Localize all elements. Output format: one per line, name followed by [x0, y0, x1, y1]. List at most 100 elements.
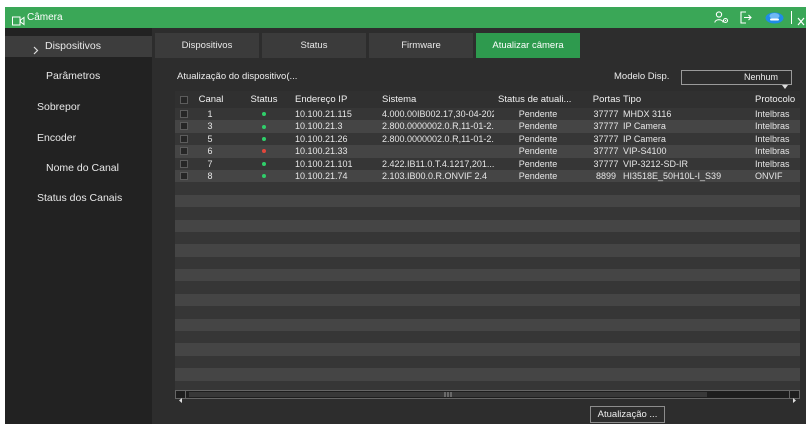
cell-canal: 5 — [207, 133, 213, 144]
table-row-empty — [175, 355, 800, 369]
cell-status — [244, 170, 284, 182]
cell-sistema: 2.103.IB00.0.R.ONVIF 2.4 — [382, 170, 488, 181]
table-row-empty — [175, 244, 800, 257]
model-select-value: Nenhum — [743, 72, 778, 82]
panel-title: Atualização do dispositivo(... — [177, 71, 298, 82]
table-row-empty — [175, 194, 800, 208]
table-row[interactable]: 5 10.100.21.26 2.800.0000002.0.R,11-01-2..… — [175, 132, 800, 146]
cell-tipo: HI3518E_50H10L-I_S39 — [623, 170, 722, 181]
cell-portas: 8899 — [595, 170, 617, 181]
update-button[interactable]: Atualização ... — [590, 406, 665, 423]
model-select[interactable]: Nenhum — [681, 70, 792, 89]
column-header-status[interactable]: Status — [244, 91, 284, 108]
devices-table: Canal Status Endereço IP Sistema Status … — [175, 91, 800, 399]
cell-ip: 10.100.21.115 — [295, 109, 352, 119]
cell-protocolo: Intelbras — [755, 121, 790, 132]
cell-portas: 37777 — [593, 121, 619, 132]
user-settings-icon[interactable] — [714, 11, 729, 29]
cell-portas: 37777 — [593, 146, 619, 157]
separator — [791, 11, 792, 24]
cell-canal: 7 — [207, 158, 213, 169]
sidebar-item-sobrepor[interactable]: Sobrepor — [5, 97, 152, 117]
sidebar-item-status-dos-canais[interactable]: Status dos Canais — [5, 188, 152, 208]
cell-status — [244, 120, 284, 132]
column-header-canal[interactable]: Canal — [190, 91, 232, 108]
scrollbar-thumb[interactable] — [189, 392, 707, 397]
cell-sistema: 2.800.0000002.0.R,11-01-2... — [382, 133, 494, 144]
table-row[interactable]: 7 10.100.21.101 2.422.IB11.0.T.4.1217,201.… — [175, 157, 800, 170]
cloud-icon[interactable] — [765, 11, 784, 29]
sidebar-item-parametros[interactable]: Parâmetros — [5, 66, 152, 86]
row-checkbox[interactable] — [180, 170, 190, 182]
tab-atualizar-camera[interactable]: Atualizar câmera — [476, 33, 580, 58]
scroll-right-icon[interactable] — [789, 391, 799, 403]
cell-status-atualizacao: Pendente — [518, 146, 558, 157]
column-header-ip[interactable]: Endereço IP — [295, 91, 380, 108]
sidebar-item-label: Parâmetros — [46, 70, 101, 82]
select-all-checkbox[interactable] — [180, 91, 190, 108]
cell-status-atualizacao: Pendente — [518, 109, 558, 119]
column-header-status-atualizacao[interactable]: Status de atuali... — [498, 91, 582, 108]
window-title: Câmera — [27, 12, 63, 23]
table-row-empty — [175, 306, 800, 319]
tab-status[interactable]: Status — [262, 33, 366, 58]
sidebar — [5, 28, 152, 424]
row-checkbox[interactable] — [180, 133, 190, 145]
cell-protocolo: Intelbras — [755, 146, 790, 157]
sidebar-item-label: Status dos Canais — [37, 192, 123, 204]
cell-portas: 37777 — [593, 158, 619, 169]
sidebar-item-label: Dispositivos — [45, 40, 102, 52]
table-row[interactable]: 3 10.100.21.3 2.800.0000002.0.R,11-01-2...… — [175, 120, 800, 133]
table-row-empty — [175, 207, 800, 220]
cell-tipo: VIP-S4100 — [623, 146, 667, 157]
table-row-empty — [175, 269, 800, 282]
row-checkbox[interactable] — [180, 158, 190, 170]
scroll-left-icon[interactable] — [176, 391, 186, 403]
column-header-portas[interactable]: Portas — [590, 91, 623, 108]
horizontal-scrollbar[interactable] — [175, 390, 800, 403]
row-checkbox[interactable] — [180, 145, 190, 157]
row-checkbox[interactable] — [180, 120, 190, 132]
cell-ip: 10.100.21.101 — [295, 158, 353, 169]
status-offline-dot — [262, 149, 266, 154]
column-header-tipo[interactable]: Tipo — [623, 91, 751, 108]
sidebar-item-label: Encoder — [37, 132, 77, 144]
cell-ip: 10.100.21.26 — [295, 133, 348, 144]
table-row-empty — [175, 256, 800, 270]
sidebar-item-dispositivos[interactable]: Dispositivos — [5, 36, 152, 57]
title-bar: Câmera — [5, 7, 806, 28]
table-body: 1 10.100.21.115 4.000.00IB002.17,30-04-202… — [175, 108, 800, 390]
status-online-dot — [262, 136, 266, 141]
cell-sistema: 2.422.IB11.0.T.4.1217,201... — [382, 158, 494, 169]
cell-status-atualizacao: Pendente — [518, 133, 558, 144]
tab-firmware[interactable]: Firmware — [369, 33, 473, 58]
status-online-dot — [262, 174, 266, 179]
column-header-protocolo[interactable]: Protocolo — [755, 91, 797, 108]
cell-tipo: IP Camera — [623, 121, 666, 132]
table-row-empty — [175, 368, 800, 381]
row-checkbox[interactable] — [180, 108, 190, 120]
table-row-empty — [175, 293, 800, 307]
table-row-empty — [175, 231, 800, 245]
cell-sistema — [382, 145, 494, 157]
cell-status-atualizacao: Pendente — [518, 170, 558, 181]
table-row-empty — [175, 182, 800, 195]
sidebar-item-label: Sobrepor — [37, 101, 81, 113]
cell-portas: 37777 — [593, 109, 619, 119]
cell-status — [244, 133, 284, 145]
table-row[interactable]: 1 10.100.21.115 4.000.00IB002.17,30-04-202… — [175, 108, 800, 121]
sidebar-item-encoder[interactable]: Encoder — [5, 128, 152, 148]
tab-dispositivos[interactable]: Dispositivos — [155, 33, 259, 58]
cell-protocolo: Intelbras — [755, 133, 790, 144]
cell-ip: 10.100.21.33 — [295, 146, 348, 157]
cell-tipo: VIP-3212-SD-IR — [623, 158, 689, 169]
sidebar-item-nome-do-canal[interactable]: Nome do Canal — [5, 158, 152, 178]
logout-icon[interactable] — [740, 11, 752, 29]
table-row[interactable]: 8 10.100.21.74 2.103.IB00.0.R.ONVIF 2.4 Pen… — [175, 169, 800, 183]
cell-protocolo: ONVIF — [755, 170, 783, 181]
cell-sistema: 2.800.0000002.0.R,11-01-2... — [382, 121, 494, 132]
cell-canal: 6 — [207, 146, 213, 157]
cell-tipo: MHDX 3116 — [623, 109, 672, 119]
column-header-sistema[interactable]: Sistema — [382, 91, 494, 108]
table-row[interactable]: 6 10.100.21.33 Pendente 37777 VIP-S4100 Intel… — [175, 145, 800, 158]
